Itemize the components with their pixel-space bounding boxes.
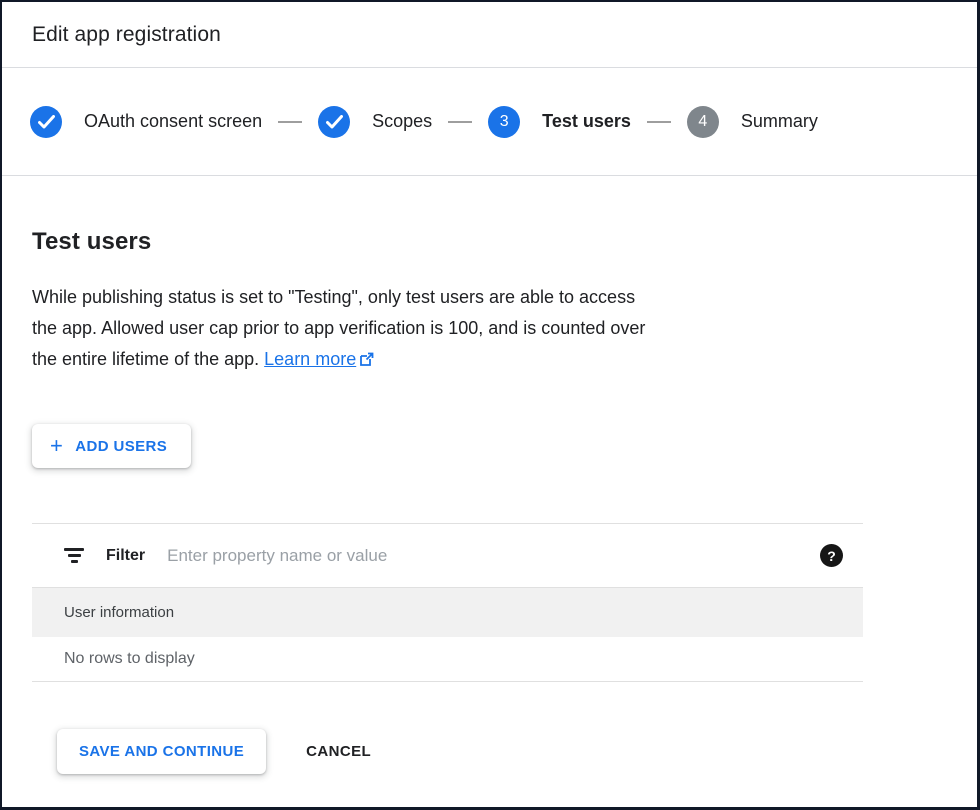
step-3-label: Test users — [542, 111, 631, 132]
filter-bar: Filter ? — [32, 523, 863, 587]
main-content: Test users While publishing status is se… — [2, 228, 977, 774]
description-line: the app. Allowed user cap prior to app v… — [32, 313, 892, 344]
plus-icon: + — [50, 437, 63, 455]
step-3-circle: 3 — [488, 106, 520, 138]
table-header-row: User information — [32, 587, 863, 637]
add-users-label: ADD USERS — [75, 438, 167, 455]
step-test-users[interactable]: 3 Test users — [488, 106, 631, 138]
help-icon[interactable]: ? — [820, 544, 843, 567]
description-line: the entire lifetime of the app. Learn mo… — [32, 344, 892, 377]
step-oauth-consent-screen[interactable]: OAuth consent screen — [30, 106, 262, 138]
empty-message: No rows to display — [64, 650, 195, 668]
check-icon — [38, 115, 55, 129]
add-users-button[interactable]: + ADD USERS — [32, 424, 191, 468]
step-4-circle: 4 — [687, 106, 719, 138]
step-2-circle — [318, 106, 350, 138]
step-scopes[interactable]: Scopes — [318, 106, 432, 138]
filter-label: Filter — [106, 547, 145, 565]
step-connector — [647, 121, 671, 123]
page-header: Edit app registration — [2, 2, 977, 68]
step-1-label: OAuth consent screen — [84, 111, 262, 132]
table-empty-row: No rows to display — [32, 637, 863, 682]
cancel-button[interactable]: CANCEL — [306, 743, 371, 760]
description-line: While publishing status is set to "Testi… — [32, 282, 892, 313]
section-heading: Test users — [32, 228, 947, 256]
step-connector — [448, 121, 472, 123]
step-4-label: Summary — [741, 111, 818, 132]
learn-more-link[interactable]: Learn more — [264, 349, 374, 369]
step-1-circle — [30, 106, 62, 138]
page-title: Edit app registration — [32, 23, 221, 47]
save-and-continue-button[interactable]: SAVE AND CONTINUE — [57, 729, 266, 774]
external-link-icon — [359, 346, 374, 377]
step-4-number: 4 — [698, 113, 707, 131]
wizard-stepper: OAuth consent screen Scopes 3 Test users… — [2, 68, 977, 176]
step-connector — [278, 121, 302, 123]
column-header-user-information: User information — [64, 604, 174, 621]
filter-input[interactable] — [167, 546, 820, 566]
footer-actions: SAVE AND CONTINUE CANCEL — [32, 729, 947, 774]
test-users-table: Filter ? User information No rows to dis… — [32, 523, 863, 682]
step-summary[interactable]: 4 Summary — [687, 106, 818, 138]
section-description: While publishing status is set to "Testi… — [32, 282, 892, 377]
filter-icon — [64, 545, 84, 566]
check-icon — [326, 115, 343, 129]
step-2-label: Scopes — [372, 111, 432, 132]
step-3-number: 3 — [500, 113, 509, 131]
